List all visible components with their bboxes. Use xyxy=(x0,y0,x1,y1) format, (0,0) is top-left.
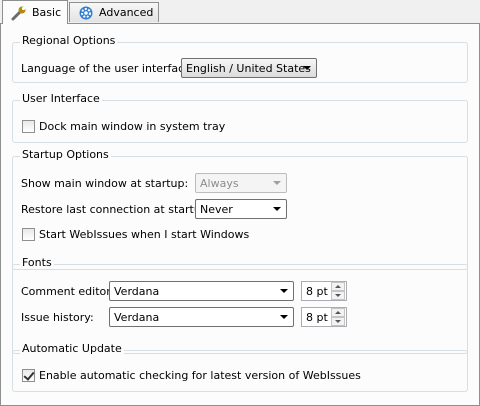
history-size-spinbox[interactable]: 8 pt xyxy=(301,307,347,327)
comment-font-value: Verdana xyxy=(114,284,160,298)
language-select-value: English / United States xyxy=(186,61,311,75)
history-size-value: 8 pt xyxy=(306,311,328,324)
automatic-update-group: Automatic Update Enable automatic checki… xyxy=(12,342,468,392)
comment-size-value: 8 pt xyxy=(306,285,328,298)
chevron-down-icon xyxy=(273,181,281,185)
restore-connection-label: Restore last connection at startup: xyxy=(21,203,212,216)
dock-checkbox[interactable] xyxy=(22,120,35,133)
wrench-icon xyxy=(11,5,27,21)
history-font-value: Verdana xyxy=(114,310,160,324)
show-main-window-value: Always xyxy=(200,176,239,190)
spin-down-icon[interactable] xyxy=(331,291,345,300)
tab-basic-label: Basic xyxy=(32,6,62,19)
group-title: User Interface xyxy=(20,92,102,105)
chevron-down-icon xyxy=(280,315,288,319)
chevron-down-icon xyxy=(273,207,281,211)
show-main-window-select[interactable]: Always xyxy=(195,173,287,193)
restore-connection-value: Never xyxy=(200,202,233,216)
restore-connection-select[interactable]: Never xyxy=(195,199,287,219)
user-interface-group: User Interface Dock main window in syste… xyxy=(12,92,468,143)
group-title: Startup Options xyxy=(20,148,111,161)
tab-panel: Regional Options Language of the user in… xyxy=(0,23,480,406)
history-font-select[interactable]: Verdana xyxy=(109,307,294,327)
start-with-windows-checkbox[interactable] xyxy=(22,228,35,241)
group-title: Fonts xyxy=(20,256,54,269)
language-label: Language of the user interface: xyxy=(21,62,195,75)
auto-update-label[interactable]: Enable automatic checking for latest ver… xyxy=(39,369,361,382)
language-select[interactable]: English / United States xyxy=(181,58,317,78)
gear-icon xyxy=(78,5,94,21)
comment-font-select[interactable]: Verdana xyxy=(109,281,294,301)
tab-advanced[interactable]: Advanced xyxy=(69,2,159,22)
tab-bar: Basic Advanced xyxy=(0,0,480,24)
comment-size-spinbox[interactable]: 8 pt xyxy=(301,281,347,301)
regional-options-group: Regional Options Language of the user in… xyxy=(12,34,468,83)
comment-editor-label: Comment editor: xyxy=(21,285,115,298)
startup-options-group: Startup Options Show main window at star… xyxy=(12,148,468,270)
start-with-windows-label[interactable]: Start WebIssues when I start Windows xyxy=(39,228,249,241)
auto-update-checkbox[interactable] xyxy=(22,369,35,382)
fonts-group: Fonts Comment editor: Verdana 8 pt Issue… xyxy=(12,256,468,354)
chevron-down-icon xyxy=(303,66,311,70)
spin-up-icon[interactable] xyxy=(331,282,345,291)
group-title: Regional Options xyxy=(20,34,118,47)
spin-down-icon[interactable] xyxy=(331,317,345,326)
show-main-window-label: Show main window at startup: xyxy=(21,177,189,190)
chevron-down-icon xyxy=(280,289,288,293)
spin-up-icon[interactable] xyxy=(331,308,345,317)
group-title: Automatic Update xyxy=(20,342,124,355)
tab-advanced-label: Advanced xyxy=(99,6,154,19)
issue-history-label: Issue history: xyxy=(21,311,94,324)
tab-basic[interactable]: Basic xyxy=(2,0,68,24)
dock-label[interactable]: Dock main window in system tray xyxy=(39,120,225,133)
